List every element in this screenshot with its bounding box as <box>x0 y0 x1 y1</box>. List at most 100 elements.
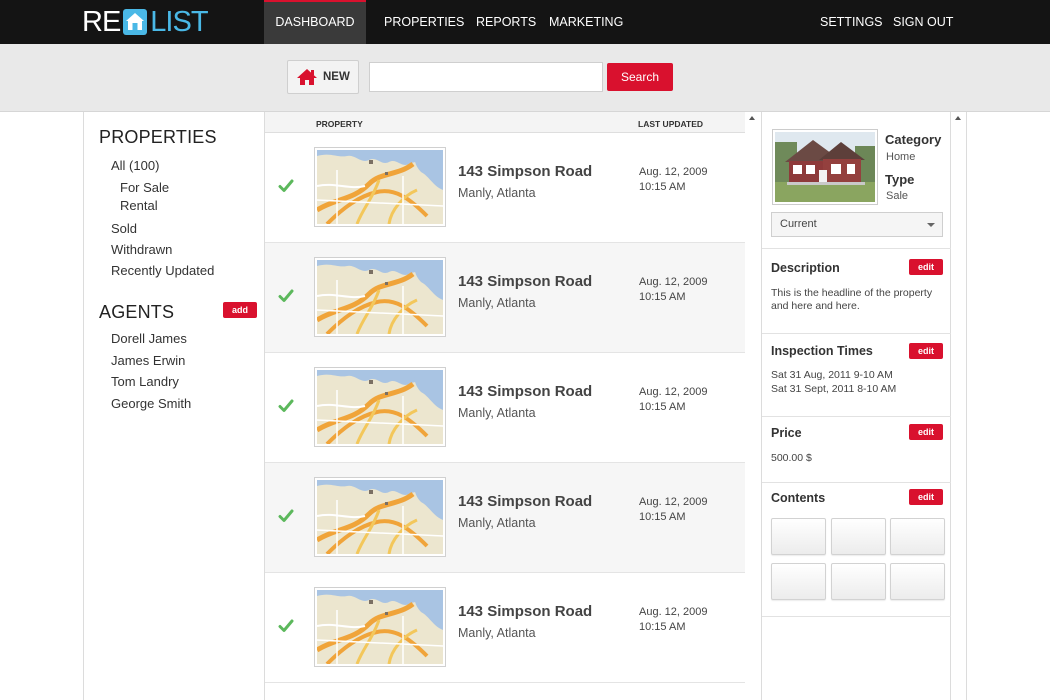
content-slot[interactable] <box>771 518 826 555</box>
edit-contents-button[interactable]: edit <box>909 489 943 505</box>
content-slot[interactable] <box>831 563 886 600</box>
inspection-times-title: Inspection Times <box>771 344 873 358</box>
property-details-panel: Category Home Type Sale Current Descript… <box>761 112 951 700</box>
filter-recently-updated[interactable]: Recently Updated <box>111 263 214 278</box>
divider <box>762 482 951 483</box>
map-thumbnail-image <box>315 480 444 556</box>
last-updated-date: Aug. 12, 2009 <box>639 386 708 398</box>
edit-description-button[interactable]: edit <box>909 259 943 275</box>
status-select-value: Current <box>780 218 817 230</box>
last-updated-date: Aug. 12, 2009 <box>639 276 708 288</box>
filter-for-sale[interactable]: For Sale <box>120 180 169 195</box>
table-row[interactable]: 143 Simpson Road Manly, Atlanta Aug. 12,… <box>265 353 745 463</box>
filter-all[interactable]: All (100) <box>111 158 159 173</box>
brand-logo-part1: RE <box>82 5 121 38</box>
last-updated-time: 10:15 AM <box>639 291 686 303</box>
property-address[interactable]: 143 Simpson Road <box>458 493 592 510</box>
last-updated-date: Aug. 12, 2009 <box>639 496 708 508</box>
map-thumbnail-image <box>315 590 444 666</box>
type-label: Type <box>885 172 915 187</box>
property-photo <box>772 129 878 205</box>
brand-logo[interactable]: RE LIST <box>82 5 209 38</box>
property-map-thumbnail[interactable] <box>314 257 446 337</box>
last-updated-time: 10:15 AM <box>639 181 686 193</box>
property-address[interactable]: 143 Simpson Road <box>458 383 592 400</box>
inspection-time-1: Sat 31 Aug, 2011 9-10 AM <box>771 369 893 381</box>
property-map-thumbnail[interactable] <box>314 587 446 667</box>
checkmark-icon[interactable] <box>278 178 294 194</box>
column-header-property[interactable]: PROPERTY <box>316 119 363 129</box>
edit-inspection-button[interactable]: edit <box>909 343 943 359</box>
agent-item[interactable]: Dorell James <box>111 331 187 346</box>
search-button[interactable]: Search <box>607 63 673 91</box>
toolbar: NEW Search <box>0 44 1050 112</box>
filter-withdrawn[interactable]: Withdrawn <box>111 242 172 257</box>
price-title: Price <box>771 426 802 440</box>
sidebar: PROPERTIES All (100) For Sale Rental Sol… <box>84 112 264 700</box>
table-row[interactable]: 143 Simpson Road Manly, Atlanta Aug. 12,… <box>265 133 745 243</box>
nav-properties[interactable]: PROPERTIES <box>384 0 464 44</box>
property-address[interactable]: 143 Simpson Road <box>458 603 592 620</box>
checkmark-icon[interactable] <box>278 288 294 304</box>
checkmark-icon[interactable] <box>278 398 294 414</box>
list-scrollbar[interactable] <box>745 112 761 700</box>
description-title: Description <box>771 261 840 275</box>
divider <box>762 333 951 334</box>
divider <box>762 616 951 617</box>
nav-dashboard[interactable]: DASHBOARD <box>264 0 366 44</box>
agent-item[interactable]: Tom Landry <box>111 374 179 389</box>
property-list: PROPERTY LAST UPDATED 143 Simpson Road M… <box>264 112 745 700</box>
content-slot[interactable] <box>771 563 826 600</box>
property-map-thumbnail[interactable] <box>314 477 446 557</box>
checkmark-icon[interactable] <box>278 618 294 634</box>
new-property-button[interactable]: NEW <box>287 60 359 94</box>
property-city: Manly, Atlanta <box>458 296 536 310</box>
agent-item[interactable]: James Erwin <box>111 353 185 368</box>
property-city: Manly, Atlanta <box>458 626 536 640</box>
properties-title: PROPERTIES <box>99 127 217 147</box>
nav-settings[interactable]: SETTINGS <box>820 0 883 44</box>
agents-title: AGENTS <box>99 302 175 322</box>
list-header: PROPERTY LAST UPDATED <box>265 112 745 133</box>
price-value: 500.00 $ <box>771 452 812 464</box>
content-slot[interactable] <box>890 563 945 600</box>
column-header-last-updated[interactable]: LAST UPDATED <box>638 119 703 129</box>
scroll-up-arrow-icon[interactable] <box>749 116 755 120</box>
property-map-thumbnail[interactable] <box>314 367 446 447</box>
category-value: Home <box>886 151 916 163</box>
map-thumbnail-image <box>315 370 444 446</box>
details-scrollbar[interactable] <box>951 112 967 700</box>
last-updated-time: 10:15 AM <box>639 401 686 413</box>
scroll-up-arrow-icon[interactable] <box>955 116 961 120</box>
brand-logo-part2: LIST <box>150 5 208 38</box>
property-city: Manly, Atlanta <box>458 516 536 530</box>
house-icon <box>297 69 317 85</box>
nav-reports[interactable]: REPORTS <box>476 0 536 44</box>
table-row[interactable]: 143 Simpson Road Manly, Atlanta Aug. 12,… <box>265 243 745 353</box>
table-row[interactable]: 143 Simpson Road Manly, Atlanta Aug. 12,… <box>265 573 745 683</box>
property-map-thumbnail[interactable] <box>314 147 446 227</box>
map-thumbnail-image <box>315 150 444 226</box>
content-slot[interactable] <box>831 518 886 555</box>
nav-marketing[interactable]: MARKETING <box>549 0 623 44</box>
status-select[interactable]: Current <box>771 212 943 237</box>
filter-rental[interactable]: Rental <box>120 198 158 213</box>
property-address[interactable]: 143 Simpson Road <box>458 273 592 290</box>
edit-price-button[interactable]: edit <box>909 424 943 440</box>
property-address[interactable]: 143 Simpson Road <box>458 163 592 180</box>
chevron-down-icon <box>927 223 935 227</box>
last-updated-date: Aug. 12, 2009 <box>639 606 708 618</box>
search-input[interactable] <box>369 62 603 92</box>
content-slot[interactable] <box>890 518 945 555</box>
filter-sold[interactable]: Sold <box>111 221 137 236</box>
property-city: Manly, Atlanta <box>458 406 536 420</box>
agent-item[interactable]: George Smith <box>111 396 191 411</box>
new-button-label: NEW <box>323 71 350 83</box>
add-agent-button[interactable]: add <box>223 302 257 318</box>
table-row[interactable]: 143 Simpson Road Manly, Atlanta Aug. 12,… <box>265 463 745 573</box>
map-thumbnail-image <box>315 260 444 336</box>
checkmark-icon[interactable] <box>278 508 294 524</box>
nav-sign-out[interactable]: SIGN OUT <box>893 0 953 44</box>
last-updated-time: 10:15 AM <box>639 621 686 633</box>
type-value: Sale <box>886 190 909 202</box>
